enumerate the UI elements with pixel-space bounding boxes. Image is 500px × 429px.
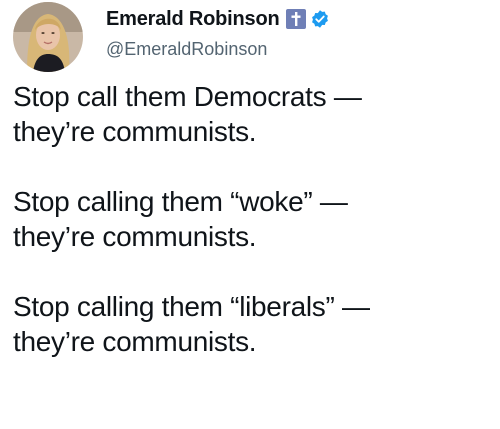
tweet-line: they’re communists.: [13, 221, 257, 252]
author-names: Emerald Robinson @EmeraldRobinson: [106, 2, 330, 60]
tweet-line: they’re communists.: [13, 116, 257, 147]
tweet-paragraph: Stop calling them “liberals” — they’re c…: [13, 289, 493, 359]
tweet-line: Stop call them Democrats —: [13, 81, 362, 112]
author-handle[interactable]: @EmeraldRobinson: [106, 39, 330, 60]
avatar-photo: [13, 2, 83, 72]
tweet-card: Emerald Robinson @EmeraldRobinson Stop c…: [0, 0, 500, 429]
tweet-line: they’re communists.: [13, 326, 257, 357]
verified-badge-icon: [311, 10, 328, 28]
cross-icon: [285, 9, 306, 29]
tweet-text: Stop call them Democrats — they’re commu…: [13, 79, 493, 359]
tweet-paragraph: Stop call them Democrats — they’re commu…: [13, 79, 493, 149]
tweet-paragraph: Stop calling them “woke” — they’re commu…: [13, 184, 493, 254]
name-row: Emerald Robinson: [106, 7, 330, 31]
avatar[interactable]: [13, 2, 83, 72]
tweet-header: Emerald Robinson @EmeraldRobinson: [13, 2, 330, 72]
tweet-line: Stop calling them “woke” —: [13, 186, 348, 217]
tweet-line: Stop calling them “liberals” —: [13, 291, 370, 322]
display-name[interactable]: Emerald Robinson: [106, 8, 280, 31]
